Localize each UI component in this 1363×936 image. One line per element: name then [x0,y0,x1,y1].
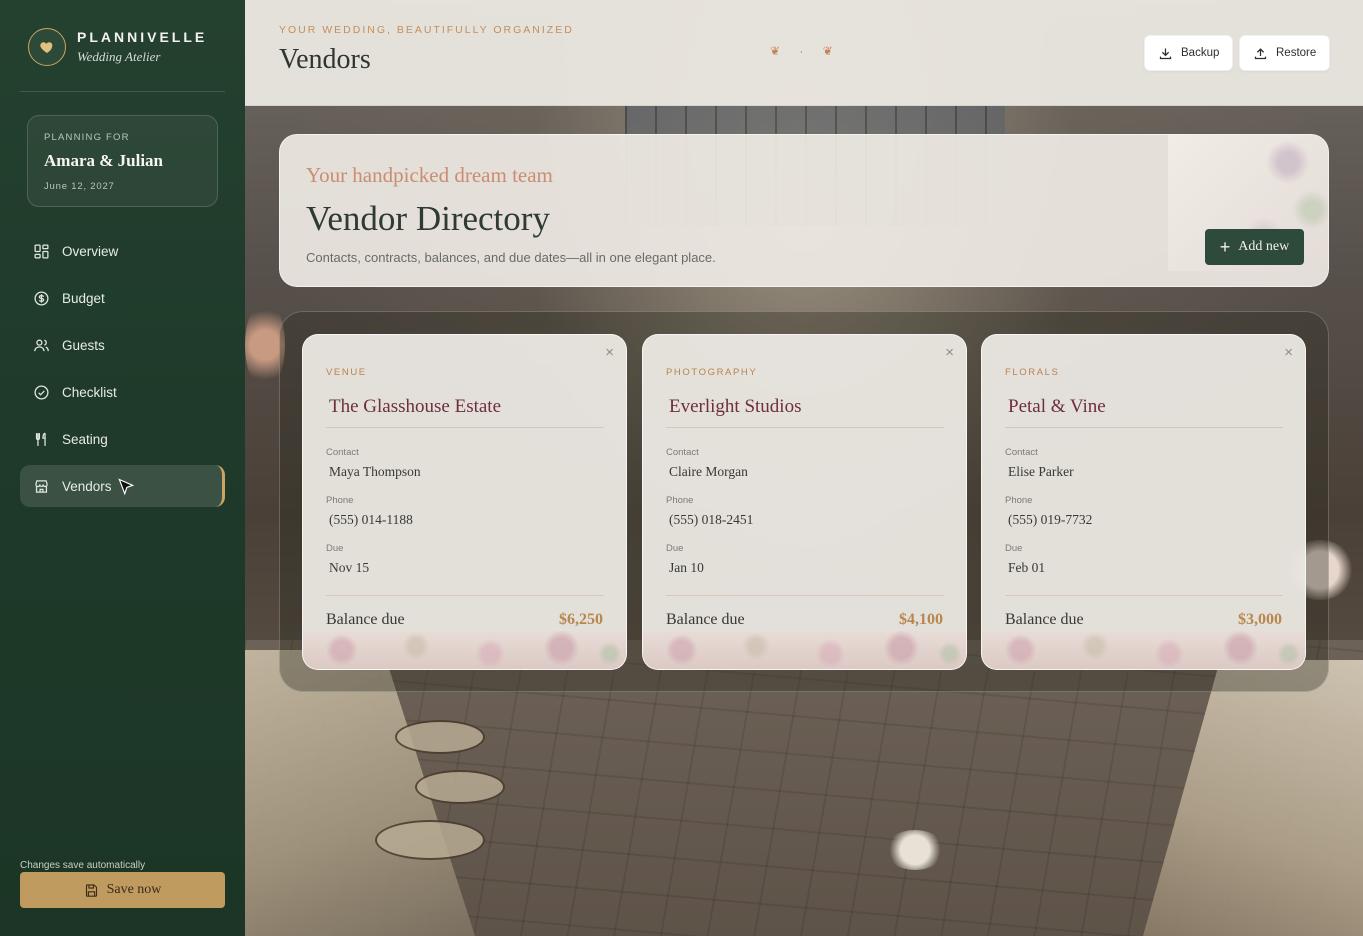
heart-icon [28,28,66,66]
floral-decoration [643,631,966,669]
sidebar-item-checklist[interactable]: Checklist [20,371,225,413]
ornament: ❦ · ❦ [770,44,841,58]
hero-kicker: Your handpicked dream team [306,163,553,187]
download-icon [1158,46,1173,61]
sidebar-item-label: Seating [62,431,108,447]
restore-label: Restore [1276,47,1317,59]
divider [1005,595,1283,596]
page-eyebrow: YOUR WEDDING, BEAUTIFULLY ORGANIZED [279,24,574,36]
autosave-note: Changes save automatically [20,860,146,871]
contact-field[interactable]: Maya Thompson [329,464,421,480]
utensils-icon [32,430,50,448]
balance-label: Balance due [666,611,745,628]
background-chair [375,820,485,860]
sidebar-divider [20,91,225,92]
save-button-label: Save now [106,882,162,897]
due-date-field[interactable]: Nov 15 [329,560,369,576]
brand: PLANNIVELLE Wedding Atelier [28,28,207,66]
divider [326,595,604,596]
brand-name: PLANNIVELLE [77,29,208,45]
balance-label: Balance due [326,611,405,628]
add-vendor-button[interactable]: + Add new [1205,229,1304,265]
sidebar-item-label: Budget [62,290,105,306]
page-title: Vendors [279,44,371,75]
due-date-field[interactable]: Feb 01 [1008,560,1045,576]
planning-label: PLANNING FOR [44,132,130,143]
phone-field[interactable]: (555) 019-7732 [1008,512,1092,528]
sidebar-item-seating[interactable]: Seating [20,418,225,460]
background-flowers [885,830,945,870]
vendor-category: PHOTOGRAPHY [666,367,758,378]
couple-names: Amara & Julian [44,151,163,170]
balance-amount[interactable]: $4,100 [899,611,943,629]
contact-field[interactable]: Claire Morgan [669,464,748,480]
add-vendor-label: Add new [1238,239,1290,254]
hero-card: Your handpicked dream team Vendor Direct… [279,134,1329,287]
sidebar: PLANNIVELLE Wedding Atelier PLANNING FOR… [0,0,245,936]
due-label: Due [1005,543,1023,554]
vendor-category: VENUE [326,367,367,378]
contact-label: Contact [1005,447,1038,458]
balance-amount[interactable]: $6,250 [559,611,603,629]
sidebar-item-label: Checklist [62,384,117,400]
sidebar-item-vendors[interactable]: Vendors [20,465,225,507]
wedding-date: June 12, 2027 [44,181,115,192]
sidebar-item-label: Guests [62,337,105,353]
dashboard-icon [32,242,50,260]
divider [666,595,944,596]
vendor-category: FLORALS [1005,367,1060,378]
balance-amount[interactable]: $3,000 [1238,611,1282,629]
phone-field[interactable]: (555) 018-2451 [669,512,753,528]
due-date-field[interactable]: Jan 10 [669,560,704,576]
phone-label: Phone [1005,495,1033,506]
sidebar-item-label: Overview [62,243,119,259]
restore-button[interactable]: Restore [1239,35,1331,71]
sidebar-item-label: Vendors [62,478,112,494]
brand-subtitle: Wedding Atelier [77,49,161,64]
sidebar-item-guests[interactable]: Guests [20,324,225,366]
vendor-name-field[interactable]: Everlight Studios [666,396,944,428]
background-chair [395,720,485,754]
phone-field[interactable]: (555) 014-1188 [329,512,413,528]
close-icon[interactable]: × [1284,344,1293,361]
close-icon[interactable]: × [945,344,954,361]
sidebar-item-budget[interactable]: Budget [20,277,225,319]
floral-decoration [303,631,626,669]
page-header: YOUR WEDDING, BEAUTIFULLY ORGANIZED Vend… [245,0,1363,106]
store-icon [32,477,50,495]
vendor-card: × VENUE The Glasshouse Estate Contact Ma… [302,334,627,670]
vendor-name-field[interactable]: The Glasshouse Estate [326,396,604,428]
save-button[interactable]: Save now [20,872,225,908]
hero-title: Vendor Directory [306,199,550,238]
vendor-name-field[interactable]: Petal & Vine [1005,396,1283,428]
plus-icon: + [1219,237,1231,257]
close-icon[interactable]: × [605,344,614,361]
vendor-card: × FLORALS Petal & Vine Contact Elise Par… [981,334,1306,670]
backup-button[interactable]: Backup [1144,35,1234,71]
phone-label: Phone [666,495,694,506]
balance-label: Balance due [1005,611,1084,628]
vendor-list: × VENUE The Glasshouse Estate Contact Ma… [279,311,1329,692]
contact-label: Contact [666,447,699,458]
hero-description: Contacts, contracts, balances, and due d… [306,250,716,265]
sidebar-nav: Overview Budget Guests Checklist Seating [20,230,225,512]
backup-label: Backup [1181,47,1220,59]
sidebar-item-overview[interactable]: Overview [20,230,225,272]
background-chair [415,770,505,804]
check-circle-icon [32,383,50,401]
vendor-card: × PHOTOGRAPHY Everlight Studios Contact … [642,334,967,670]
save-icon [84,883,99,898]
contact-field[interactable]: Elise Parker [1008,464,1074,480]
mouse-cursor-icon [116,477,136,500]
upload-icon [1253,46,1268,61]
due-label: Due [666,543,684,554]
contact-label: Contact [326,447,359,458]
due-label: Due [326,543,344,554]
dollar-icon [32,289,50,307]
main-content: YOUR WEDDING, BEAUTIFULLY ORGANIZED Vend… [245,0,1363,936]
users-icon [32,336,50,354]
planning-card: PLANNING FOR Amara & Julian June 12, 202… [27,115,218,207]
phone-label: Phone [326,495,354,506]
floral-decoration [982,631,1305,669]
